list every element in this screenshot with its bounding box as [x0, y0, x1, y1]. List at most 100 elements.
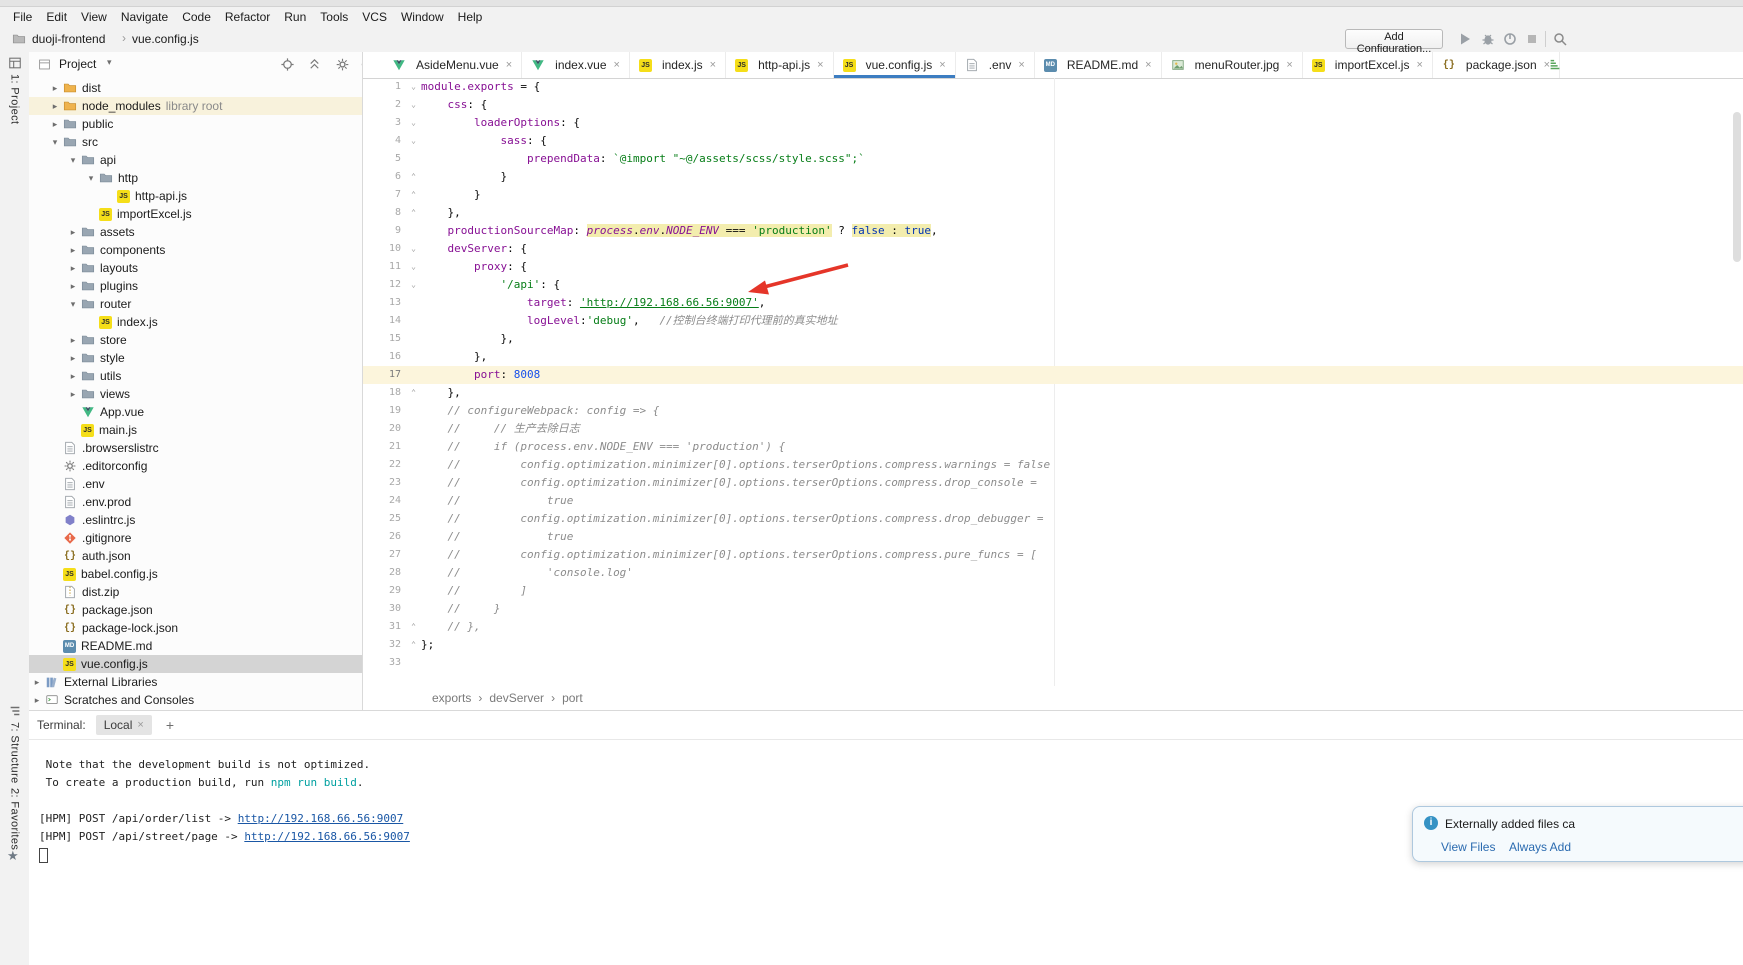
- close-tab-icon[interactable]: ×: [1018, 59, 1024, 71]
- tree-row-.browserslistrc[interactable]: .browserslistrc: [29, 439, 362, 457]
- tree-row-components[interactable]: ▸components: [29, 241, 362, 259]
- tab-AsideMenu.vue[interactable]: AsideMenu.vue×: [383, 52, 522, 78]
- fold-marker[interactable]: ⌄: [406, 132, 421, 150]
- editor-breadcrumb-item[interactable]: devServer: [489, 691, 544, 705]
- tree-row-plugins[interactable]: ▸plugins: [29, 277, 362, 295]
- tool-button-project[interactable]: 1: Project: [0, 56, 29, 124]
- fold-marker[interactable]: ⌃: [406, 186, 421, 204]
- menu-code[interactable]: Code: [175, 8, 218, 26]
- tree-row-router[interactable]: ▾router: [29, 295, 362, 313]
- tree-row-README.md[interactable]: MDREADME.md: [29, 637, 362, 655]
- code-line[interactable]: 11⌄ proxy: {: [363, 258, 1743, 276]
- code-line[interactable]: 31⌃ // },: [363, 618, 1743, 636]
- new-terminal-icon[interactable]: +: [162, 717, 178, 733]
- tree-row-api[interactable]: ▾api: [29, 151, 362, 169]
- add-configuration-button[interactable]: Add Configuration...: [1345, 29, 1443, 49]
- code-line[interactable]: 18⌃ },: [363, 384, 1743, 402]
- tree-chevron-icon[interactable]: ▸: [29, 677, 45, 688]
- fold-marker[interactable]: ⌃: [406, 618, 421, 636]
- fold-marker[interactable]: ⌃: [406, 636, 421, 654]
- tree-row-assets[interactable]: ▸assets: [29, 223, 362, 241]
- tab-index.js[interactable]: JSindex.js×: [630, 52, 726, 78]
- close-tab-icon[interactable]: ×: [817, 59, 823, 71]
- tree-row-package.json[interactable]: {}package.json: [29, 601, 362, 619]
- menu-help[interactable]: Help: [451, 8, 490, 26]
- code-line[interactable]: 12⌄ '/api': {: [363, 276, 1743, 294]
- code-line[interactable]: 3⌄ loaderOptions: {: [363, 114, 1743, 132]
- tree-row-External-Libraries[interactable]: ▸External Libraries: [29, 673, 362, 691]
- fold-marker[interactable]: ⌄: [406, 258, 421, 276]
- run-icon[interactable]: [1457, 31, 1473, 47]
- code-line[interactable]: 30 // }: [363, 600, 1743, 618]
- tree-row-dist.zip[interactable]: dist.zip: [29, 583, 362, 601]
- tree-row-babel.config.js[interactable]: JSbabel.config.js: [29, 565, 362, 583]
- code-line[interactable]: 4⌄ sass: {: [363, 132, 1743, 150]
- tree-row-.env.prod[interactable]: .env.prod: [29, 493, 362, 511]
- tree-row-.editorconfig[interactable]: .editorconfig: [29, 457, 362, 475]
- tree-row-node-modules[interactable]: ▸node_moduleslibrary root: [29, 97, 362, 115]
- tab-README.md[interactable]: MDREADME.md×: [1035, 52, 1162, 78]
- code-line[interactable]: 16 },: [363, 348, 1743, 366]
- tree-row-package-lock.json[interactable]: {}package-lock.json: [29, 619, 362, 637]
- fold-marker[interactable]: ⌄: [406, 276, 421, 294]
- menu-tools[interactable]: Tools: [313, 8, 355, 26]
- tab-menuRouter.jpg[interactable]: menuRouter.jpg×: [1162, 52, 1303, 78]
- close-icon[interactable]: ×: [137, 719, 143, 731]
- close-tab-icon[interactable]: ×: [710, 59, 716, 71]
- tab-importExcel.js[interactable]: JSimportExcel.js×: [1303, 52, 1433, 78]
- close-tab-icon[interactable]: ×: [506, 59, 512, 71]
- tab-.env[interactable]: .env×: [956, 52, 1035, 78]
- tree-row-main.js[interactable]: JSmain.js: [29, 421, 362, 439]
- code-line[interactable]: 25 // config.optimization.minimizer[0].o…: [363, 510, 1743, 528]
- fold-marker[interactable]: ⌄: [406, 96, 421, 114]
- code-line[interactable]: 27 // config.optimization.minimizer[0].o…: [363, 546, 1743, 564]
- code-line[interactable]: 14 logLevel:'debug', //控制台终端打印代理前的真实地址: [363, 312, 1743, 330]
- tree-chevron-icon[interactable]: ▸: [47, 83, 63, 94]
- tab-index.vue[interactable]: index.vue×: [522, 52, 630, 78]
- tree-chevron-icon[interactable]: ▸: [47, 101, 63, 112]
- view-files-link[interactable]: View Files: [1441, 840, 1495, 854]
- tree-row-index.js[interactable]: JSindex.js: [29, 313, 362, 331]
- editor-breadcrumb-item[interactable]: exports: [432, 691, 471, 705]
- menu-window[interactable]: Window: [394, 8, 451, 26]
- code-line[interactable]: 10⌄ devServer: {: [363, 240, 1743, 258]
- close-tab-icon[interactable]: ×: [1286, 59, 1292, 71]
- fold-marker[interactable]: ⌄: [406, 114, 421, 132]
- tree-chevron-icon[interactable]: ▾: [83, 173, 99, 184]
- tree-row-style[interactable]: ▸style: [29, 349, 362, 367]
- tree-chevron-icon[interactable]: ▸: [65, 389, 81, 400]
- tree-chevron-icon[interactable]: ▾: [47, 137, 63, 148]
- code-line[interactable]: 24 // true: [363, 492, 1743, 510]
- menu-edit[interactable]: Edit: [39, 8, 74, 26]
- breadcrumb-project[interactable]: duoji-frontend: [32, 32, 105, 46]
- fold-marker[interactable]: ⌃: [406, 168, 421, 186]
- close-tab-icon[interactable]: ×: [939, 59, 945, 71]
- tab-package.json[interactable]: {}package.json×: [1433, 52, 1560, 78]
- tree-row-dist[interactable]: ▸dist: [29, 79, 362, 97]
- fold-marker[interactable]: ⌄: [406, 78, 421, 96]
- code-line[interactable]: 1⌄module.exports = {: [363, 78, 1743, 96]
- code-line[interactable]: 15 },: [363, 330, 1743, 348]
- code-line[interactable]: 13 target: 'http://192.168.66.56:9007',: [363, 294, 1743, 312]
- tree-row-App.vue[interactable]: App.vue: [29, 403, 362, 421]
- tree-chevron-icon[interactable]: ▸: [65, 371, 81, 382]
- inspections-status-icon[interactable]: [1548, 58, 1562, 72]
- editor-breadcrumb-item[interactable]: port: [562, 691, 583, 705]
- code-line[interactable]: 21 // if (process.env.NODE_ENV === 'prod…: [363, 438, 1743, 456]
- tree-row-public[interactable]: ▸public: [29, 115, 362, 133]
- tool-button-structure[interactable]: 7: Structure: [0, 704, 29, 784]
- project-view-selector[interactable]: Project: [59, 57, 96, 71]
- tree-row-layouts[interactable]: ▸layouts: [29, 259, 362, 277]
- tree-chevron-icon[interactable]: ▸: [47, 119, 63, 130]
- tree-row-views[interactable]: ▸views: [29, 385, 362, 403]
- tree-chevron-icon[interactable]: ▸: [65, 353, 81, 364]
- tree-row-.env[interactable]: .env: [29, 475, 362, 493]
- code-line[interactable]: 5 prependData: `@import "~@/assets/scss/…: [363, 150, 1743, 168]
- search-everywhere-icon[interactable]: [1552, 31, 1568, 47]
- close-tab-icon[interactable]: ×: [614, 59, 620, 71]
- collapse-all-icon[interactable]: [307, 57, 322, 72]
- terminal-url-link[interactable]: http://192.168.66.56:9007: [244, 830, 410, 843]
- tree-row-src[interactable]: ▾src: [29, 133, 362, 151]
- coverage-icon[interactable]: [1502, 31, 1518, 47]
- code-line[interactable]: 19 // configureWebpack: config => {: [363, 402, 1743, 420]
